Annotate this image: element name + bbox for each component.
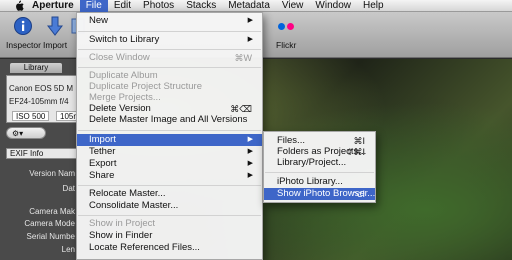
label-camera-model: Camera Mode [24, 219, 75, 228]
menu-item-relocate-master[interactable]: Relocate Master... [77, 188, 262, 200]
menu-item-close-window[interactable]: Close Window ⌘W [77, 52, 262, 64]
menu-item-locate-referenced-files[interactable]: Locate Referenced Files... [77, 242, 262, 254]
flickr-button[interactable]: Flickr [276, 15, 296, 50]
iso-value: ISO 500 [12, 111, 50, 121]
menu-help[interactable]: Help [357, 0, 390, 12]
import-submenu: Files... ⌘I Folders as Projects... ⇧⌘I Lib… [263, 131, 376, 203]
menu-edit[interactable]: Edit [108, 0, 137, 12]
submenu-item-library-project[interactable]: Library/Project... [264, 157, 375, 169]
submenu-arrow-icon: ▶ [247, 172, 253, 179]
menu-photos[interactable]: Photos [137, 0, 180, 12]
menu-view[interactable]: View [276, 0, 310, 12]
menu-item-switch-to-library[interactable]: Switch to Library ▶ [77, 34, 262, 46]
inspector-label: Inspector [6, 40, 41, 50]
submenu-arrow-icon: ▶ [247, 160, 253, 167]
tab-library[interactable]: Library [10, 63, 62, 73]
file-menu: New ▶ Switch to Library ▶ Close Window ⌘W D… [76, 12, 263, 260]
menu-window[interactable]: Window [309, 0, 357, 12]
import-arrow-icon [45, 15, 65, 37]
label-serial-number: Serial Numbe [26, 232, 75, 241]
menu-separator [78, 215, 261, 216]
menu-item-consolidate-master[interactable]: Consolidate Master... [77, 200, 262, 212]
submenu-arrow-icon: ▶ [247, 36, 253, 43]
menu-separator [78, 130, 261, 131]
inspector-button[interactable]: Inspector [6, 15, 41, 50]
menu-item-share[interactable]: Share ▶ [77, 170, 262, 182]
menu-separator [78, 49, 261, 50]
submenu-arrow-icon: ▶ [247, 148, 253, 155]
camera-model-text: Canon EOS 5D M [9, 84, 74, 93]
menu-separator [78, 67, 261, 68]
menu-item-new[interactable]: New ▶ [77, 15, 262, 27]
metadata-view-select[interactable]: EXIF Info [6, 148, 78, 159]
menu-stacks[interactable]: Stacks [180, 0, 222, 12]
lens-text: EF24-105mm f/4 [9, 97, 69, 106]
menu-separator [78, 31, 261, 32]
import-label: Import [43, 40, 68, 50]
submenu-item-iphoto-library[interactable]: iPhoto Library... [264, 176, 375, 188]
submenu-arrow-icon: ▶ [247, 17, 253, 24]
menu-item-export[interactable]: Export ▶ [77, 158, 262, 170]
flickr-icon [276, 15, 296, 37]
label-camera-make: Camera Mak [29, 207, 75, 216]
info-icon [13, 15, 33, 37]
menu-item-tether[interactable]: Tether ▶ [77, 146, 262, 158]
label-lens: Len [61, 245, 75, 254]
import-button[interactable]: Import [43, 15, 67, 50]
menu-item-show-in-finder[interactable]: Show in Finder [77, 230, 262, 242]
menu-bar: Aperture File Edit Photos Stacks Metadat… [0, 0, 512, 12]
menu-metadata[interactable]: Metadata [222, 0, 276, 12]
menu-item-import[interactable]: Import ▶ [77, 134, 262, 146]
gear-icon: ⚙▾ [12, 129, 24, 138]
menu-item-delete-master[interactable]: Delete Master Image and All Versions [77, 114, 262, 126]
menu-item-show-in-project[interactable]: Show in Project [77, 218, 262, 230]
menu-separator [265, 172, 374, 173]
gear-menu-button[interactable]: ⚙▾ [6, 127, 46, 139]
submenu-arrow-icon: ▶ [247, 136, 253, 143]
menu-separator [78, 185, 261, 186]
label-date: Dat [62, 184, 75, 193]
label-version-name: Version Nam [29, 169, 75, 178]
submenu-item-show-iphoto-browser[interactable]: Show iPhoto Browser... ⌥I [264, 188, 375, 200]
menu-aperture[interactable]: Aperture [26, 0, 80, 12]
menu-file[interactable]: File [79, 0, 108, 12]
apple-icon[interactable] [12, 0, 26, 12]
flickr-label: Flickr [276, 40, 297, 50]
